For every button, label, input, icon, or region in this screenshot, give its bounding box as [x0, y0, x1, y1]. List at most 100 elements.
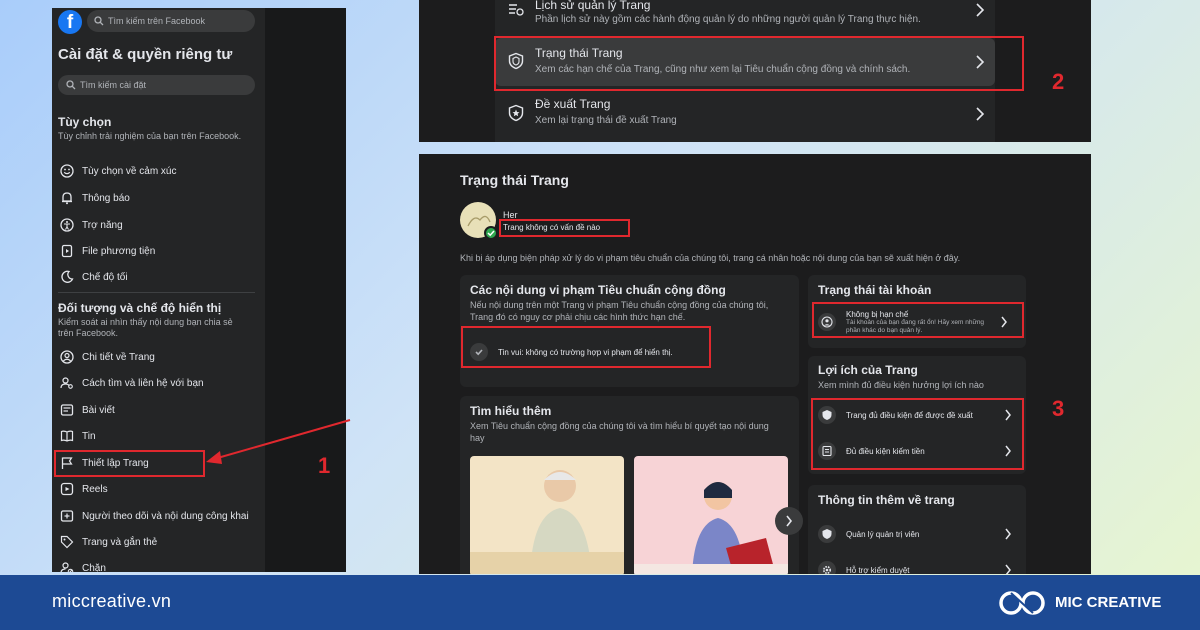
gear-icon — [818, 561, 836, 574]
step-marker-3: 3 — [1052, 396, 1065, 421]
settings-sidebar: f Tìm kiếm trên Facebook Cài đặt & quyền… — [52, 8, 346, 572]
highlight-page-benefits — [811, 398, 1024, 470]
nav-item-label: Cách tìm và liên hệ với bạn — [82, 377, 204, 389]
learn-more-image-1[interactable] — [470, 456, 624, 574]
nav-item-label: Thông báo — [82, 192, 130, 204]
nav-item-reactions[interactable]: Tùy chọn về cảm xúc — [56, 159, 261, 183]
block-user-icon — [59, 560, 75, 572]
arrow-icon — [206, 419, 351, 464]
row-title: Lịch sử quản lý Trang — [535, 0, 651, 12]
chevron-right-icon — [976, 107, 985, 121]
page-benefits-desc: Xem mình đủ điều kiện hưởng lợi ích nào — [818, 380, 984, 390]
chevron-right-icon — [1005, 564, 1011, 574]
user-circle-icon — [59, 349, 75, 365]
audience-desc: Kiểm soát ai nhìn thấy nội dung bạn chia… — [58, 317, 233, 338]
violations-title: Các nội dung vi phạm Tiêu chuẩn cộng đồn… — [470, 283, 726, 297]
learn-more-card: Tìm hiểu thêm Xem Tiêu chuẩn cộng đồng c… — [460, 396, 803, 574]
site-url[interactable]: miccreative.vn — [52, 591, 171, 612]
nav-item-label: Chặn — [82, 562, 106, 573]
preferences-desc: Tùy chỉnh trải nghiệm của bạn trên Faceb… — [58, 131, 242, 141]
nav-item-page-details[interactable]: Chi tiết về Trang — [56, 345, 261, 369]
intro-text: Khi bị áp dụng biện pháp xử lý do vi phạ… — [460, 253, 961, 263]
more-info-item-moderation[interactable]: Hỗ trợ kiểm duyệt — [818, 555, 1018, 574]
carousel-next-button[interactable] — [775, 507, 803, 535]
history-icon — [509, 4, 524, 16]
accessibility-icon — [59, 217, 75, 233]
highlight-good-news — [461, 326, 711, 368]
shield-icon — [818, 525, 836, 543]
verified-check-icon — [484, 226, 498, 240]
bell-icon — [59, 190, 75, 206]
nav-item-find-contact[interactable]: Cách tìm và liên hệ với bạn — [56, 371, 261, 395]
chevron-right-icon — [976, 3, 985, 17]
nav-item-media[interactable]: File phương tiện — [56, 239, 261, 263]
settings-list-panel: Lịch sử quản lý Trang Phần lịch sử này g… — [419, 0, 1091, 142]
user-search-icon — [59, 375, 75, 391]
section-divider — [58, 292, 255, 293]
facebook-search-input[interactable]: Tìm kiếm trên Facebook — [87, 10, 255, 32]
followers-icon — [59, 508, 75, 524]
nav-item-label: Bài viết — [82, 404, 115, 416]
highlight-account-status — [812, 302, 1024, 338]
nav-item-tagging[interactable]: Trang và gắn thẻ — [56, 530, 261, 554]
tag-icon — [59, 534, 75, 550]
nav-item-followers[interactable]: Người theo dõi và nội dung công khai — [56, 504, 261, 528]
star-shield-icon — [508, 104, 524, 122]
settings-title: Cài đặt & quyền riêng tư — [58, 46, 233, 63]
nav-item-accessibility[interactable]: Trợ năng — [56, 213, 261, 237]
nav-item-reels[interactable]: Reels — [56, 477, 261, 501]
footer-bar: miccreative.vn MIC CREATIVE — [0, 575, 1200, 630]
learn-more-image-2[interactable] — [634, 456, 788, 574]
highlight-status-text — [499, 219, 630, 237]
nav-item-label: Chi tiết về Trang — [82, 351, 155, 363]
row-page-history[interactable]: Lịch sử quản lý Trang Phần lịch sử này g… — [495, 0, 995, 34]
more-info-card: Thông tin thêm về trang Quản lý quản trị… — [808, 485, 1026, 574]
more-info-item-admins[interactable]: Quản lý quản trị viên — [818, 519, 1018, 549]
more-info-item-label: Quản lý quản trị viên — [846, 529, 920, 539]
settings-search-input[interactable]: Tìm kiếm cài đặt — [58, 75, 255, 95]
posts-icon — [59, 402, 75, 418]
account-status-title: Trạng thái tài khoản — [818, 283, 932, 297]
search-icon — [94, 16, 104, 26]
book-icon — [59, 428, 75, 444]
highlight-page-setup — [54, 450, 205, 477]
settings-search-placeholder: Tìm kiếm cài đặt — [80, 80, 147, 90]
woman-laptop-illustration-icon — [634, 482, 788, 574]
search-icon — [66, 80, 76, 90]
nav-item-label: Tùy chọn về cảm xúc — [82, 165, 177, 177]
nav-item-label: Tin — [82, 430, 96, 442]
more-info-title: Thông tin thêm về trang — [818, 493, 955, 507]
brand-name: MIC CREATIVE — [1055, 594, 1162, 611]
row-title: Đề xuất Trang — [535, 97, 611, 111]
violations-desc: Nếu nội dung trên một Trang vi phạm Tiêu… — [470, 300, 769, 322]
chevron-right-icon — [1005, 528, 1011, 540]
nav-item-label: Reels — [82, 483, 108, 495]
highlight-page-status — [494, 36, 1024, 91]
learn-more-title: Tìm hiểu thêm — [470, 404, 552, 418]
nav-item-label: Trang và gắn thẻ — [82, 536, 158, 548]
page-status-panel: Trạng thái Trang Her Trang không có vấn … — [419, 154, 1091, 574]
nav-item-notifications[interactable]: Thông báo — [56, 186, 261, 210]
search-placeholder: Tìm kiếm trên Facebook — [108, 16, 206, 26]
reels-icon — [59, 481, 75, 497]
moon-icon — [59, 269, 75, 285]
chevron-right-icon — [786, 515, 793, 527]
page-benefits-title: Lợi ích của Trang — [818, 363, 918, 377]
audience-title: Đối tượng và chế độ hiển thị — [58, 301, 222, 315]
nav-item-dark-mode[interactable]: Chế độ tối — [56, 265, 261, 289]
nav-item-block[interactable]: Chặn — [56, 556, 261, 572]
row-page-recommendation[interactable]: Đề xuất Trang Xem lại trạng thái đề xuất… — [495, 90, 995, 138]
nav-item-label: Chế độ tối — [82, 271, 128, 283]
nav-item-label: File phương tiện — [82, 245, 156, 257]
content-area — [265, 8, 346, 572]
mic-creative-logo-icon — [999, 591, 1045, 615]
row-desc: Xem lại trạng thái đề xuất Trang — [535, 115, 677, 126]
page-status-title: Trạng thái Trang — [460, 172, 569, 188]
row-desc: Phần lịch sử này gồm các hành động quản … — [535, 14, 921, 25]
facebook-logo[interactable]: f — [58, 10, 82, 34]
elderly-man-illustration-icon — [470, 470, 624, 574]
step-marker-1: 1 — [318, 453, 331, 478]
smiley-icon — [59, 163, 75, 179]
nav-item-label: Người theo dõi và nội dung công khai — [82, 510, 249, 522]
preferences-title: Tùy chọn — [58, 115, 112, 129]
